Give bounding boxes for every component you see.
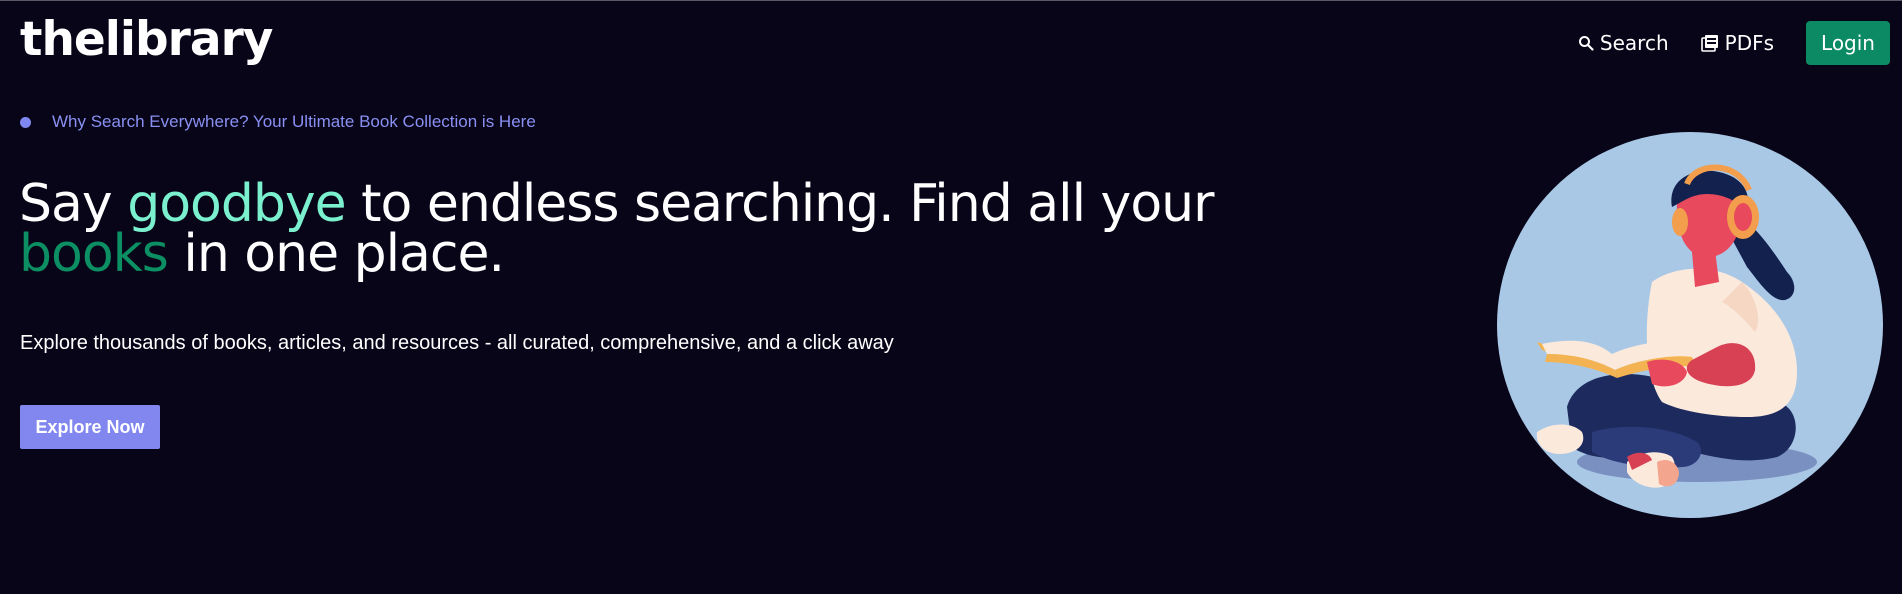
nav-search-label: Search (1599, 31, 1669, 55)
nav-search-link[interactable]: Search (1578, 31, 1669, 55)
nav-pdfs-link[interactable]: PDFs (1700, 31, 1775, 55)
pdf-icon (1700, 34, 1719, 52)
headline-highlight-books: books (19, 224, 169, 284)
search-icon (1578, 35, 1594, 51)
main-nav: Search PDFs Login (1578, 21, 1890, 65)
hero-headline: Say goodbye to endless searching. Find a… (19, 178, 1219, 280)
reading-person-illustration (1497, 132, 1883, 518)
site-logo[interactable]: thelibrary (20, 12, 273, 67)
top-border (0, 0, 1902, 1)
login-button[interactable]: Login (1806, 21, 1890, 65)
tagline-text: Why Search Everywhere? Your Ultimate Boo… (52, 112, 536, 131)
hero-subtext: Explore thousands of books, articles, an… (20, 332, 894, 354)
hero-tagline: Why Search Everywhere? Your Ultimate Boo… (20, 112, 536, 132)
explore-now-button[interactable]: Explore Now (20, 405, 160, 449)
headline-part-3: in one place. (167, 224, 505, 284)
bullet-dot-icon (20, 116, 31, 128)
nav-pdfs-label: PDFs (1724, 31, 1775, 55)
